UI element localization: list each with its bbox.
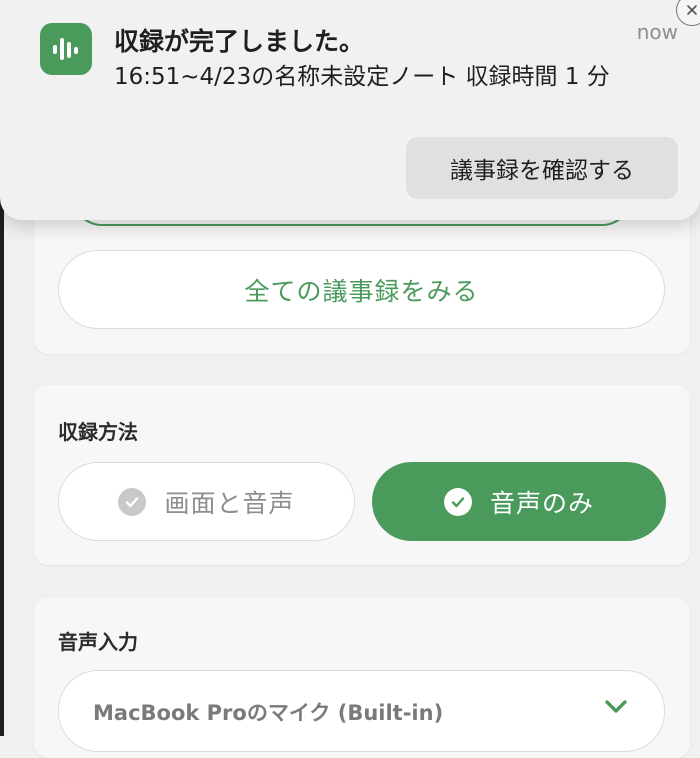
close-icon[interactable] xyxy=(676,0,700,26)
view-all-minutes-label: 全ての議事録をみる xyxy=(244,276,479,306)
notification-time: now xyxy=(636,20,678,44)
microphone-select[interactable]: MacBook Proのマイク (Built-in) xyxy=(58,670,665,752)
notification-title: 収録が完了しました。 xyxy=(114,27,365,56)
check-icon xyxy=(118,487,147,516)
option-screen-and-audio-label: 画面と音声 xyxy=(164,488,295,518)
chevron-down-icon xyxy=(604,699,628,719)
waveform-icon xyxy=(40,23,92,75)
view-all-minutes-button[interactable]: 全ての議事録をみる xyxy=(58,250,665,329)
confirm-minutes-button[interactable]: 議事録を確認する xyxy=(406,137,678,199)
microphone-select-value: MacBook Proのマイク (Built-in) xyxy=(93,701,444,725)
notification-banner[interactable]: 収録が完了しました。 now 16:51~4/23の名称未設定ノート 収録時間 … xyxy=(0,0,700,220)
audio-input-title: 音声入力 xyxy=(58,630,138,654)
check-icon xyxy=(443,487,472,516)
option-audio-only-label: 音声のみ xyxy=(489,488,594,518)
option-screen-and-audio[interactable]: 画面と音声 xyxy=(58,462,355,541)
recording-method-title: 収録方法 xyxy=(58,420,138,444)
option-audio-only[interactable]: 音声のみ xyxy=(372,462,666,541)
notification-body: 16:51~4/23の名称未設定ノート 収録時間 1 分 xyxy=(114,64,610,90)
